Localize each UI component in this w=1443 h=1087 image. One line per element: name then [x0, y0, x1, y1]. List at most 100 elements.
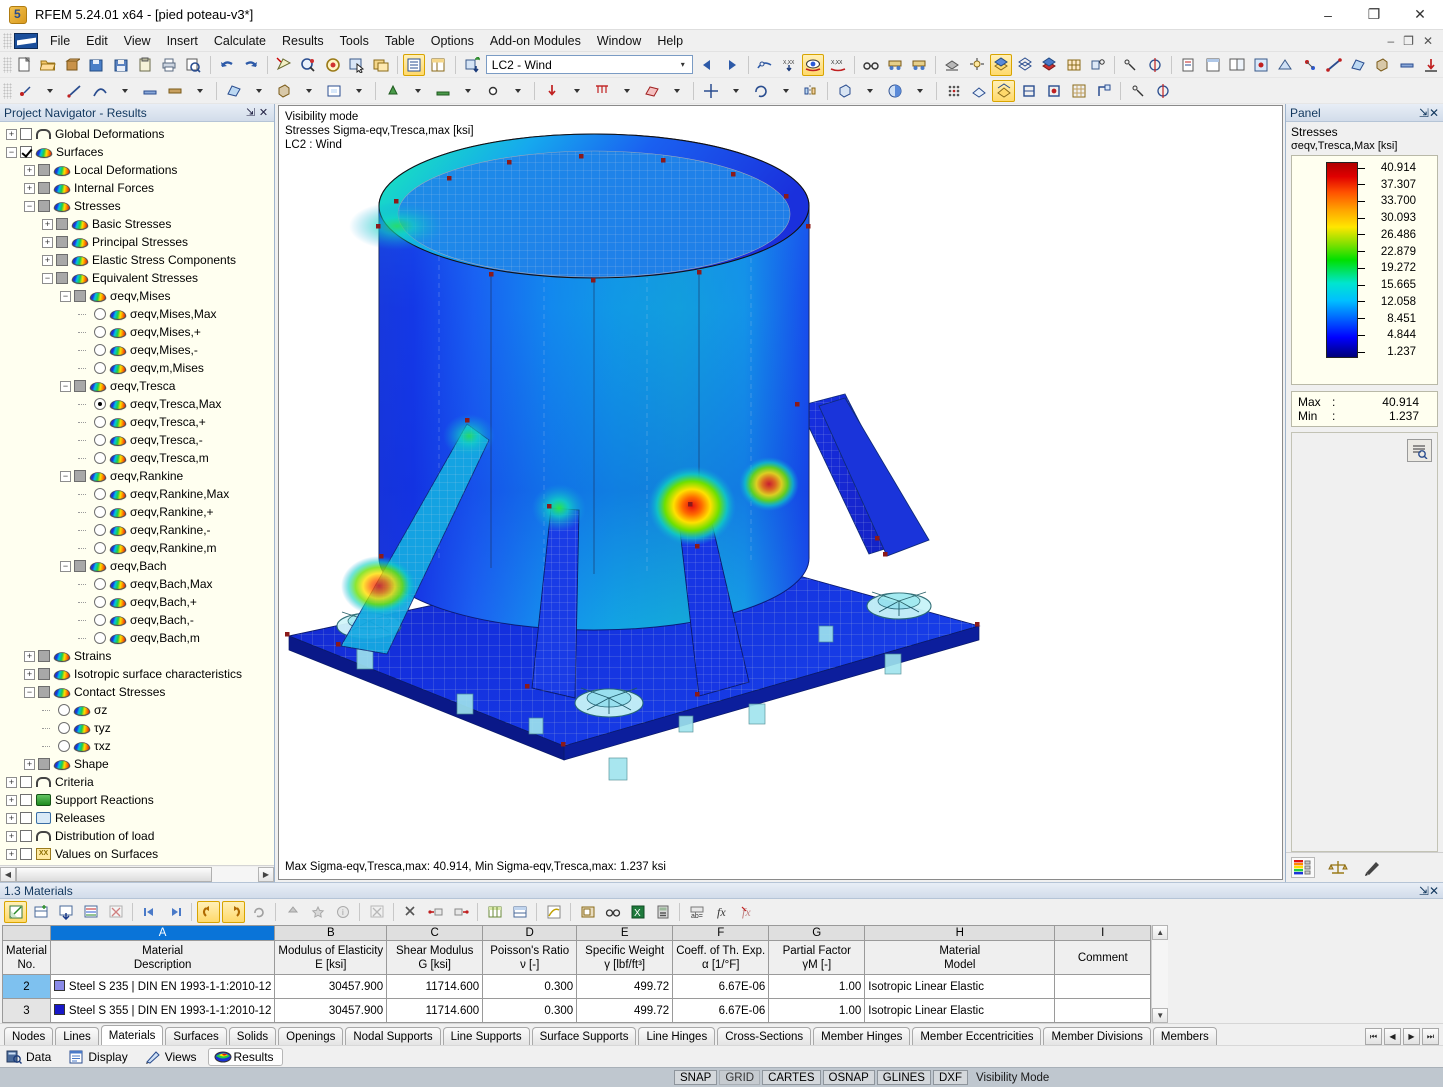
coordinate-system-icon[interactable]: [1092, 80, 1115, 102]
dropdown-rotate-icon[interactable]: [774, 80, 797, 102]
column-header[interactable]: Specific Weight γ [lbf/ft³]: [576, 940, 674, 975]
material-description-cell[interactable]: Steel S 235 | DIN EN 1993-1-1:2010-12: [49, 974, 276, 999]
comment-cell[interactable]: [1054, 974, 1152, 999]
panel-pin-icon[interactable]: ⇲: [1419, 106, 1429, 120]
table-row[interactable]: 3 Steel S 355 | DIN EN 1993-1-1:2010-12 30…: [2, 998, 1152, 1023]
column-letter-h[interactable]: H: [864, 925, 1056, 941]
show-results-icon[interactable]: [802, 53, 825, 76]
expand-icon[interactable]: +: [42, 236, 53, 248]
generate-surfaces-icon[interactable]: [1274, 54, 1296, 76]
panel-tab-filter[interactable]: [1361, 857, 1385, 878]
table-tab-materials[interactable]: Materials: [100, 1025, 164, 1045]
table-tab-surfaces[interactable]: Surfaces: [165, 1027, 227, 1045]
collapse-icon[interactable]: −: [60, 380, 71, 392]
render-solid-icon[interactable]: [1038, 54, 1060, 76]
table-rows-icon[interactable]: [508, 901, 531, 923]
checkbox-partial[interactable]: [38, 650, 50, 662]
tree-item[interactable]: − σeqv,Tresca: [0, 377, 274, 395]
table-pin-icon[interactable]: ⇲: [1419, 884, 1429, 898]
load-case-combo[interactable]: LC2 - Wind ▾: [485, 55, 694, 74]
add-load-case-icon[interactable]: [461, 54, 483, 76]
table-next-button[interactable]: ▶: [1403, 1028, 1420, 1045]
render-surfaces-icon[interactable]: [989, 53, 1012, 76]
toolbar-drag-grip[interactable]: [3, 56, 12, 73]
member-select-icon[interactable]: [1395, 54, 1417, 76]
checkbox-partial[interactable]: [74, 560, 86, 572]
checkbox-partial[interactable]: [38, 164, 50, 176]
checkbox[interactable]: [20, 128, 32, 140]
tree-item[interactable]: − σeqv,Bach: [0, 557, 274, 575]
column-header[interactable]: Comment: [1054, 940, 1152, 975]
legend-settings-icon[interactable]: [1407, 439, 1432, 462]
undo-icon[interactable]: [216, 54, 238, 76]
scroll-track[interactable]: [16, 866, 258, 882]
radio-button[interactable]: [58, 722, 70, 734]
table-star-icon[interactable]: [306, 901, 329, 923]
dimension-icon[interactable]: [1120, 54, 1142, 76]
draw-solid-icon[interactable]: [272, 80, 295, 102]
draw-opening-icon[interactable]: [322, 80, 345, 102]
table-tab-lines[interactable]: Lines: [55, 1027, 99, 1045]
tree-item[interactable]: σeqv,Bach,m: [0, 629, 274, 647]
table-tab-line-supports[interactable]: Line Supports: [442, 1027, 530, 1045]
table-tab-cross-sections[interactable]: Cross-Sections: [717, 1027, 812, 1045]
material-description-cell[interactable]: Steel S 355 | DIN EN 1993-1-1:2010-12: [49, 998, 276, 1023]
table-scroll-up-button[interactable]: ▲: [1152, 925, 1169, 940]
render-mode-icon[interactable]: [883, 80, 906, 102]
table-rename-icon[interactable]: ab=: [685, 901, 708, 923]
menu-insert[interactable]: Insert: [159, 32, 206, 50]
tree-item[interactable]: + Releases: [0, 809, 274, 827]
checkbox-partial[interactable]: [56, 236, 68, 248]
radio-button[interactable]: [94, 596, 106, 608]
partial-factor-cell[interactable]: 1.00: [768, 998, 866, 1023]
table-tab-member-hinges[interactable]: Member Hinges: [813, 1027, 911, 1045]
checkbox[interactable]: [20, 776, 32, 788]
collapse-icon[interactable]: −: [60, 560, 71, 572]
status-flag-dxf[interactable]: DXF: [932, 1070, 968, 1085]
tree-item[interactable]: σeqv,Bach,+: [0, 593, 274, 611]
table-tab-members[interactable]: Members: [1152, 1027, 1217, 1045]
windows-arrange-icon[interactable]: [370, 54, 392, 76]
table-tab-strip[interactable]: Nodes Lines Materials Surfaces Solids Opening…: [0, 1023, 1443, 1045]
collapse-icon[interactable]: −: [24, 686, 35, 698]
line-select-icon[interactable]: [1323, 54, 1345, 76]
menu-results[interactable]: Results: [274, 32, 332, 50]
checkbox-partial[interactable]: [74, 290, 86, 302]
expand-icon[interactable]: +: [24, 758, 35, 770]
scroll-left-button[interactable]: ◀: [0, 866, 16, 882]
menu-file[interactable]: File: [42, 32, 78, 50]
render-wireframe-icon[interactable]: [1014, 54, 1036, 76]
panel-tab-factors[interactable]: [1326, 857, 1350, 878]
report-pages-icon[interactable]: [1226, 54, 1248, 76]
tree-item[interactable]: σeqv,Bach,Max: [0, 575, 274, 593]
menu-view[interactable]: View: [116, 32, 159, 50]
collapse-icon[interactable]: −: [60, 470, 71, 482]
expand-icon[interactable]: +: [6, 794, 17, 806]
status-flag-cartes[interactable]: CARTES: [762, 1070, 821, 1085]
print-preview-icon[interactable]: [182, 54, 204, 76]
menu-help[interactable]: Help: [649, 32, 691, 50]
table-refresh-icon[interactable]: [247, 901, 270, 923]
navigator-pin-icon[interactable]: ⇲: [244, 106, 257, 119]
table-scroll-down-button[interactable]: ▼: [1152, 1008, 1169, 1023]
menu-options[interactable]: Options: [423, 32, 482, 50]
mode-button-display[interactable]: Display: [62, 1048, 136, 1066]
clipboard-icon[interactable]: [134, 54, 156, 76]
checkbox-partial[interactable]: [56, 218, 68, 230]
column-header[interactable]: Material Model: [864, 940, 1056, 975]
collapse-icon[interactable]: −: [42, 272, 53, 284]
draw-arc-icon[interactable]: [88, 80, 111, 102]
rotate-icon[interactable]: [749, 80, 772, 102]
save-icon[interactable]: [110, 54, 132, 76]
table-delete-icon[interactable]: [365, 901, 388, 923]
print-icon[interactable]: [158, 54, 180, 76]
fe-mesh-icon[interactable]: [1062, 54, 1084, 76]
thermal-expansion-cell[interactable]: 6.67E-06: [672, 974, 770, 999]
shear-modulus-cell[interactable]: 11714.600: [386, 974, 484, 999]
nodal-load-icon[interactable]: [540, 80, 563, 102]
tree-item[interactable]: + Criteria: [0, 773, 274, 791]
table-last-button[interactable]: ⏭: [1422, 1028, 1439, 1045]
mdi-restore-button[interactable]: ❐: [1400, 34, 1417, 48]
radio-button[interactable]: [94, 434, 106, 446]
material-model-cell[interactable]: Isotropic Linear Elastic: [864, 974, 1056, 999]
